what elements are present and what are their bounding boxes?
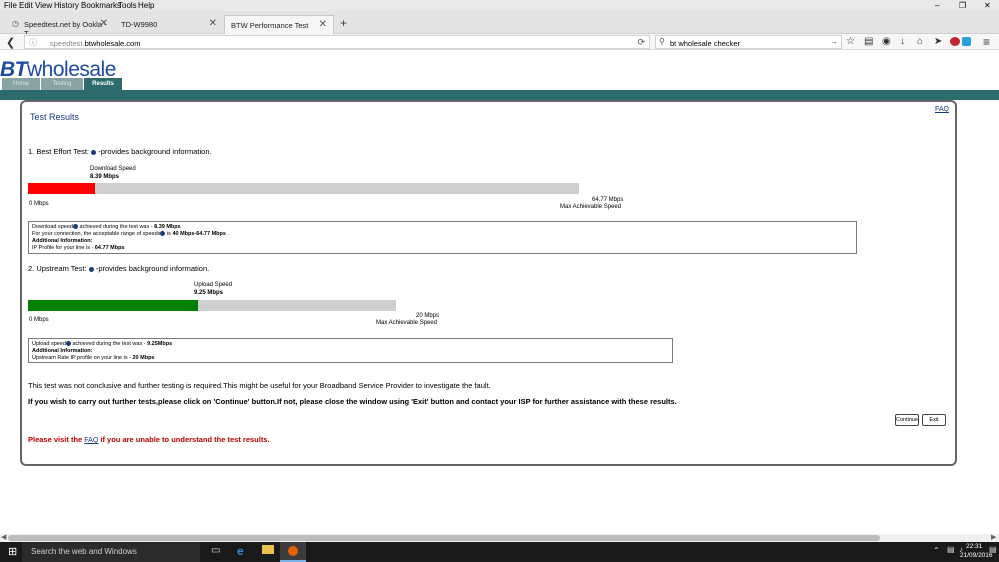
info-line: For your connection, the acceptable rang…	[32, 231, 230, 237]
taskbar-search-input[interactable]: Search the web and Windows	[31, 547, 137, 556]
windows-start-icon[interactable]: ⊞	[8, 545, 17, 558]
download-speed-value: 8.39 Mbps	[90, 174, 120, 180]
tab-btw-performance[interactable]: BTW Performance Test ✕	[224, 15, 334, 34]
visit-faq-message: Please visit the FAQ if you are unable t…	[28, 435, 270, 444]
upload-info-box: Upload speed achieved during the test wa…	[28, 338, 673, 363]
scrollbar-thumb[interactable]	[8, 535, 880, 541]
task-view-icon[interactable]: ▭	[211, 545, 220, 556]
new-tab-icon[interactable]: +	[340, 16, 347, 30]
upload-speed-fill	[28, 300, 199, 311]
search-box[interactable]: ⚲ bt wholesale checker →	[655, 35, 842, 49]
menu-history[interactable]: History	[54, 1, 79, 10]
close-tab-icon[interactable]: ✕	[100, 18, 108, 29]
menu-bookmarks[interactable]: Bookmarks	[81, 1, 121, 10]
minimize-icon[interactable]: –	[935, 1, 939, 10]
info-line: IP Profile for your line is - 64.77 Mbps	[32, 245, 125, 251]
download-max-label: Max Achievable Speed	[560, 204, 622, 210]
action-center-icon[interactable]: ▤	[989, 545, 997, 554]
addon-badge-icon[interactable]	[950, 37, 960, 46]
site-header	[0, 58, 999, 90]
upload-speed-label: Upload Speed	[194, 282, 233, 288]
info-line: Download speed achieved during the test …	[32, 224, 181, 230]
menu-edit[interactable]: Edit	[19, 1, 33, 10]
site-nav-results[interactable]: Results	[84, 78, 122, 90]
menu-file[interactable]: File	[4, 1, 17, 10]
menu-help[interactable]: Help	[138, 1, 154, 10]
reload-icon[interactable]: ⟳	[637, 37, 645, 48]
scroll-left-icon[interactable]: ◀	[1, 533, 6, 541]
upload-speed-track	[28, 300, 396, 311]
instruction-text: If you wish to carry out further tests,p…	[28, 397, 677, 406]
clock-date[interactable]: 21/09/2016	[960, 552, 993, 559]
send-icon[interactable]: ➤	[934, 36, 942, 47]
tab-label: BTW Performance Test	[231, 21, 309, 30]
page-title: Test Results	[30, 112, 80, 122]
taskbar-search-box[interactable]: Search the web and Windows	[22, 542, 200, 562]
bookmark-star-icon[interactable]: ☆	[846, 36, 855, 47]
site-nav: Home Testing Results	[0, 78, 130, 90]
faq-inline-link[interactable]: FAQ	[84, 437, 98, 444]
site-nav-testing[interactable]: Testing	[41, 78, 83, 90]
home-icon[interactable]: ⌂	[917, 36, 923, 47]
speedtest-favicon-icon: ◷	[12, 19, 19, 28]
scroll-right-icon[interactable]: ▶	[991, 533, 996, 541]
tab-td-w9980[interactable]: TD-W9980 ✕	[115, 15, 223, 34]
network-icon[interactable]: ▤	[947, 545, 955, 554]
tab-bar: ◷ Speedtest.net by Ookla - T... ✕ TD-W99…	[0, 11, 999, 38]
best-effort-heading: 1. Best Effort Test: -provides backgroun…	[28, 147, 212, 156]
download-speed-track	[28, 183, 579, 194]
site-nav-home[interactable]: Home	[2, 78, 40, 90]
info-line: Upstream Rate IP profile on your line is…	[32, 355, 155, 361]
continue-button[interactable]: Continue	[895, 414, 919, 426]
info-line: Upload speed achieved during the test wa…	[32, 341, 173, 347]
file-explorer-icon[interactable]	[262, 545, 274, 554]
exit-button[interactable]: Exit	[922, 414, 946, 426]
upload-speed-value: 9.25 Mbps	[194, 290, 224, 296]
faq-link[interactable]: FAQ	[935, 106, 949, 113]
back-icon[interactable]: ❮	[6, 36, 15, 49]
download-icon[interactable]: ↓	[900, 36, 905, 47]
url-text: speedtest.btwholesale.com	[50, 39, 141, 48]
go-arrow-icon[interactable]: →	[830, 37, 838, 46]
upstream-heading: 2. Upstream Test: -provides background i…	[28, 264, 210, 273]
search-input[interactable]: bt wholesale checker	[670, 39, 740, 48]
close-tab-icon[interactable]: ✕	[209, 18, 217, 29]
upload-min-label: 0 Mbps	[29, 317, 49, 323]
conclusion-text: This test was not conclusive and further…	[28, 381, 491, 390]
download-speed-label: Download Speed	[90, 166, 136, 172]
download-max-value: 64.77 Mbps	[592, 197, 624, 203]
close-window-icon[interactable]: ✕	[984, 1, 991, 10]
upload-max-value: 20 Mbps	[416, 313, 440, 319]
menu-bar: File Edit View History Bookmarks Tools H…	[0, 0, 999, 11]
download-info-box: Download speed achieved during the test …	[28, 221, 857, 254]
menu-tools[interactable]: Tools	[118, 1, 137, 10]
tray-chevron-icon[interactable]: ⌃	[933, 546, 940, 555]
upload-max-label: Max Achievable Speed	[376, 320, 438, 326]
search-icon: ⚲	[659, 37, 665, 46]
info-line: Additional Information:	[32, 348, 93, 354]
taskbar-firefox[interactable]	[280, 542, 306, 562]
clock-time[interactable]: 22:31	[966, 543, 982, 550]
tab-label: TD-W9980	[121, 20, 158, 29]
teal-band	[0, 90, 999, 100]
download-speed-fill	[28, 183, 95, 194]
tab-speedtest[interactable]: ◷ Speedtest.net by Ookla - T... ✕	[6, 15, 114, 38]
menu-view[interactable]: View	[35, 1, 52, 10]
hamburger-menu-icon[interactable]: ≡	[983, 35, 990, 49]
url-bar[interactable]: ⓘ speedtest.btwholesale.com ⟳	[24, 35, 650, 49]
download-min-label: 0 Mbps	[29, 201, 49, 207]
edge-icon[interactable]: e	[237, 544, 244, 558]
skype-icon[interactable]	[962, 37, 971, 46]
info-icon[interactable]: ⓘ	[29, 37, 37, 48]
maximize-icon[interactable]: ❐	[959, 1, 966, 10]
info-line: Additional Information:	[32, 238, 93, 244]
pocket-icon[interactable]: ◉	[882, 36, 891, 47]
close-tab-icon[interactable]: ✕	[319, 19, 327, 30]
reading-list-icon[interactable]: ▤	[864, 36, 873, 47]
firefox-icon	[288, 546, 298, 556]
